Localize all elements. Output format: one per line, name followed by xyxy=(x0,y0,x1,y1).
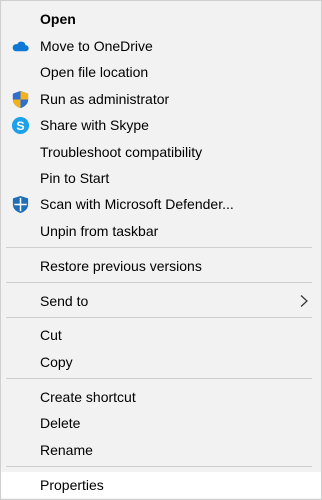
skype-icon: S xyxy=(11,116,30,135)
menu-item-share-with-skype[interactable]: S Share with Skype xyxy=(1,112,321,138)
menu-item-cut[interactable]: Cut xyxy=(1,322,321,348)
menu-item-create-shortcut[interactable]: Create shortcut xyxy=(1,384,321,410)
menu-item-label: Open file location xyxy=(40,64,149,80)
defender-shield-icon xyxy=(12,195,29,214)
context-menu: Open Move to OneDrive Open file location… xyxy=(0,0,322,500)
menu-item-label: Scan with Microsoft Defender... xyxy=(40,196,234,212)
chevron-right-icon xyxy=(300,295,308,307)
menu-item-pin-to-start[interactable]: Pin to Start xyxy=(1,165,321,191)
menu-item-run-as-administrator[interactable]: Run as administrator xyxy=(1,86,321,112)
menu-item-label: Create shortcut xyxy=(40,389,136,405)
onedrive-cloud-icon xyxy=(12,41,29,52)
menu-item-label: Rename xyxy=(40,442,93,458)
menu-item-copy[interactable]: Copy xyxy=(1,349,321,375)
menu-item-label: Pin to Start xyxy=(40,170,110,186)
menu-item-label: Send to xyxy=(40,293,89,309)
menu-separator xyxy=(6,247,312,248)
menu-separator xyxy=(6,317,312,318)
menu-item-label: Open xyxy=(40,11,76,27)
menu-item-send-to[interactable]: Send to xyxy=(1,288,321,314)
menu-item-delete[interactable]: Delete xyxy=(1,410,321,436)
menu-item-unpin-from-taskbar[interactable]: Unpin from taskbar xyxy=(1,218,321,244)
menu-item-label: Unpin from taskbar xyxy=(40,223,159,239)
menu-item-rename[interactable]: Rename xyxy=(1,437,321,463)
menu-item-restore-previous-versions[interactable]: Restore previous versions xyxy=(1,253,321,279)
menu-item-label: Share with Skype xyxy=(40,117,149,133)
menu-item-troubleshoot-compatibility[interactable]: Troubleshoot compatibility xyxy=(1,139,321,165)
menu-item-move-to-onedrive[interactable]: Move to OneDrive xyxy=(1,33,321,59)
menu-item-open-file-location[interactable]: Open file location xyxy=(1,59,321,85)
menu-item-label: Run as administrator xyxy=(40,91,170,107)
menu-separator xyxy=(6,282,312,283)
menu-item-label: Cut xyxy=(40,327,62,343)
menu-item-label: Restore previous versions xyxy=(40,258,202,274)
menu-item-scan-with-defender[interactable]: Scan with Microsoft Defender... xyxy=(1,191,321,217)
menu-separator xyxy=(6,466,312,467)
menu-item-label: Troubleshoot compatibility xyxy=(40,144,203,160)
menu-item-open[interactable]: Open xyxy=(1,6,321,32)
menu-item-label: Delete xyxy=(40,415,81,431)
menu-item-label: Move to OneDrive xyxy=(40,38,153,54)
menu-item-properties[interactable]: Properties xyxy=(1,472,321,498)
menu-item-label: Properties xyxy=(40,477,104,493)
uac-shield-icon xyxy=(12,90,29,109)
svg-text:S: S xyxy=(16,119,24,133)
menu-separator xyxy=(6,378,312,379)
menu-item-label: Copy xyxy=(40,354,73,370)
